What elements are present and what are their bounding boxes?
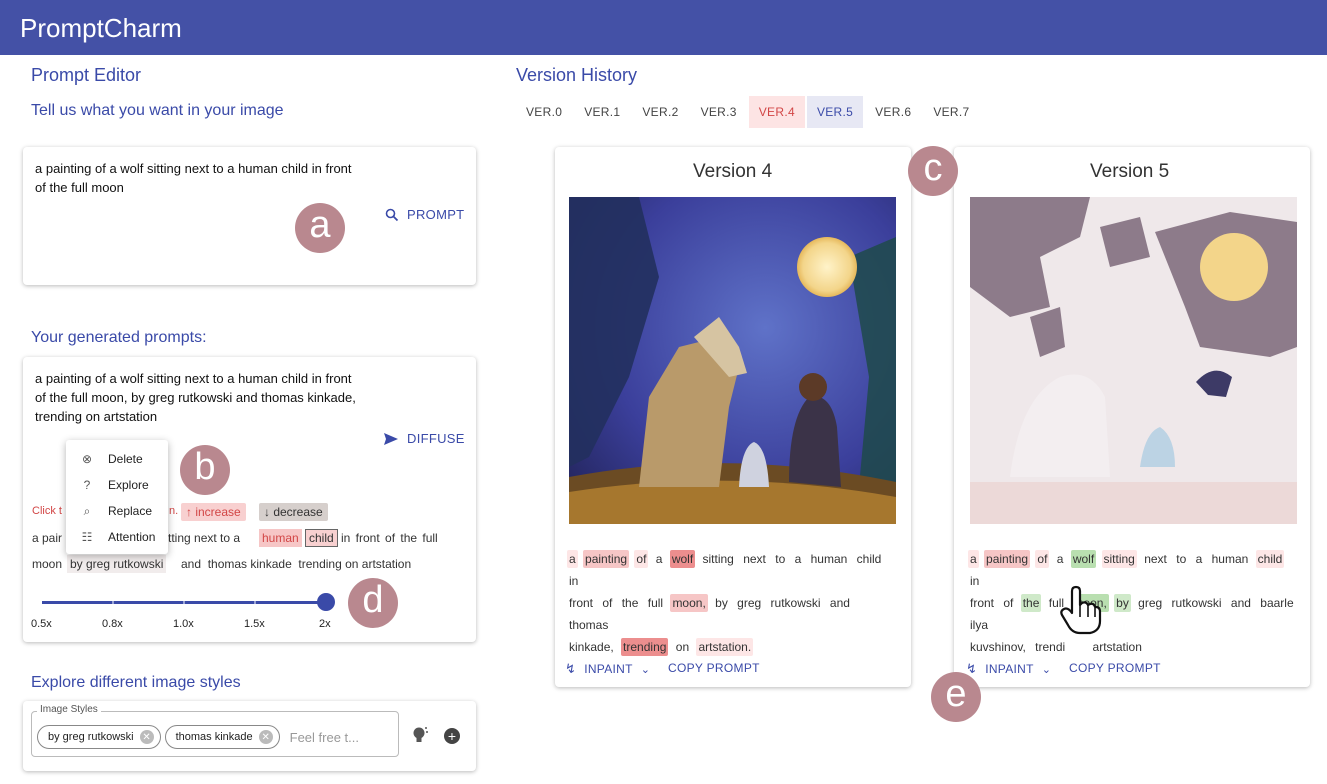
inpaint-icon: ↯ (565, 661, 577, 676)
prompt-input-card[interactable]: a painting of a wolf sitting next to a h… (23, 147, 476, 285)
add-style-icon[interactable]: + (444, 728, 460, 744)
version-5-image[interactable] (970, 197, 1297, 524)
prompt-button[interactable]: PROMPT (385, 207, 464, 222)
tab-ver-4[interactable]: VER.4 (748, 96, 805, 128)
token-line-1b: tting next to a (168, 531, 241, 545)
app-title: PromptCharm (20, 13, 182, 43)
diffuse-button[interactable]: DIFFUSE (383, 431, 465, 446)
slider-tick (183, 601, 185, 604)
prompt-editor-heading: Prompt Editor (31, 65, 142, 85)
chevron-down-icon: ⌄ (640, 663, 651, 676)
slider-label: 2x (319, 618, 331, 630)
tab-ver-5[interactable]: VER.5 (806, 96, 864, 128)
marker-c: c (908, 146, 958, 196)
slider-label: 1.0x (173, 618, 194, 630)
image-styles-label: Image Styles (37, 704, 101, 715)
marker-a: a (295, 203, 345, 253)
replace-icon: ⌕ (83, 503, 91, 518)
menu-item-attention[interactable]: ☷ Attention (66, 524, 168, 550)
diffuse-button-label: DIFFUSE (407, 431, 465, 446)
version-4-title: Version 4 (693, 161, 773, 182)
token-line-2c: and thomas kinkade trending on artstatio… (181, 557, 412, 571)
menu-item-delete[interactable]: ⊗ Delete (66, 446, 168, 472)
marker-d: d (348, 578, 398, 628)
version-5-inpaint-button[interactable]: ↯ INPAINT ⌄ (966, 661, 1051, 677)
prompt-editor-subheading: Tell us what you want in your image (31, 102, 284, 119)
delete-icon: ⊗ (81, 452, 93, 466)
menu-item-explore[interactable]: ? Explore (66, 472, 168, 498)
lightbulb-icon[interactable] (411, 725, 429, 750)
increase-button[interactable]: ↑ increase (181, 503, 246, 521)
version-4-card: Version 4 a painting of a wolf sitting n… (555, 147, 911, 687)
attention-slider-track[interactable] (42, 601, 328, 604)
explore-icon: ? (83, 478, 91, 492)
style-input-placeholder[interactable]: Feel free t... (290, 730, 359, 745)
menu-item-replace[interactable]: ⌕ Replace (66, 498, 168, 524)
marker-b: b (180, 445, 230, 495)
search-icon (385, 208, 399, 221)
app-bar: PromptCharm (0, 0, 1327, 55)
tab-ver-7[interactable]: VER.7 (923, 96, 979, 128)
image-styles-card: Image Styles by greg rutkowski ✕ thomas … (23, 701, 476, 771)
context-menu: ⊗ Delete ? Explore ⌕ Replace ☷ Attention (66, 440, 168, 554)
image-styles-heading: Explore different image styles (31, 674, 241, 691)
send-icon (384, 432, 398, 445)
prompt-button-label: PROMPT (407, 207, 465, 222)
version-4-image[interactable] (569, 197, 896, 524)
token-moon[interactable]: moon (32, 557, 62, 571)
generated-prompt-text: a painting of a wolf sitting next to a h… (35, 371, 356, 424)
token-line-1a: a pair (32, 531, 63, 545)
version-4-prompt: a painting of a wolf sitting next to a h… (567, 550, 882, 656)
slider-label: 0.8x (102, 618, 123, 630)
version-5-title: Version 5 (1090, 161, 1170, 182)
version-5-copy-prompt-button[interactable]: COPY PROMPT (1069, 661, 1161, 675)
hint-text-prefix: Click t (32, 505, 62, 517)
chevron-down-icon: ⌄ (1041, 663, 1052, 676)
generated-prompts-heading: Your generated prompts: (31, 329, 207, 346)
version-4-inpaint-button[interactable]: ↯ INPAINT ⌄ (565, 661, 650, 677)
style-chip-list: by greg rutkowski ✕ thomas kinkade ✕ Fee… (37, 725, 359, 749)
slider-tick (112, 601, 114, 604)
attention-icon: ☷ (81, 530, 93, 544)
hint-text-suffix: n. (169, 505, 179, 517)
tab-ver-2[interactable]: VER.2 (632, 96, 688, 128)
style-chip[interactable]: thomas kinkade ✕ (164, 725, 280, 749)
tab-ver-6[interactable]: VER.6 (865, 96, 921, 128)
tab-ver-1[interactable]: VER.1 (574, 96, 630, 128)
prompt-input-text[interactable]: a painting of a wolf sitting next to a h… (35, 159, 352, 197)
decrease-button[interactable]: ↓ decrease (259, 503, 328, 521)
style-chip[interactable]: by greg rutkowski ✕ (37, 725, 161, 749)
version-5-card: Version 5 a painting of a wolf sitting n… (954, 147, 1310, 687)
slider-label: 0.5x (31, 618, 52, 630)
tab-ver-3[interactable]: VER.3 (691, 96, 747, 128)
token-human[interactable]: human (259, 529, 302, 547)
version-5-prompt: a painting of a wolf sitting next to a h… (968, 550, 1294, 654)
token-greg-rutkowski[interactable]: by greg rutkowski (67, 555, 167, 573)
token-line-1c: in front of the full (341, 531, 438, 545)
version-history-heading: Version History (516, 65, 638, 85)
slider-tick (254, 601, 256, 604)
version-tabs: VER.0 VER.1 VER.2 VER.3 VER.4 VER.5 VER.… (516, 96, 982, 128)
chip-remove-icon[interactable]: ✕ (258, 730, 273, 744)
chip-remove-icon[interactable]: ✕ (139, 730, 154, 744)
tab-ver-0[interactable]: VER.0 (516, 96, 572, 128)
marker-e: e (931, 672, 981, 722)
slider-label: 1.5x (244, 618, 265, 630)
hand-cursor-icon (1058, 585, 1102, 640)
version-4-copy-prompt-button[interactable]: COPY PROMPT (668, 661, 760, 675)
attention-slider-thumb[interactable] (317, 593, 335, 611)
token-child[interactable]: child (305, 529, 338, 547)
